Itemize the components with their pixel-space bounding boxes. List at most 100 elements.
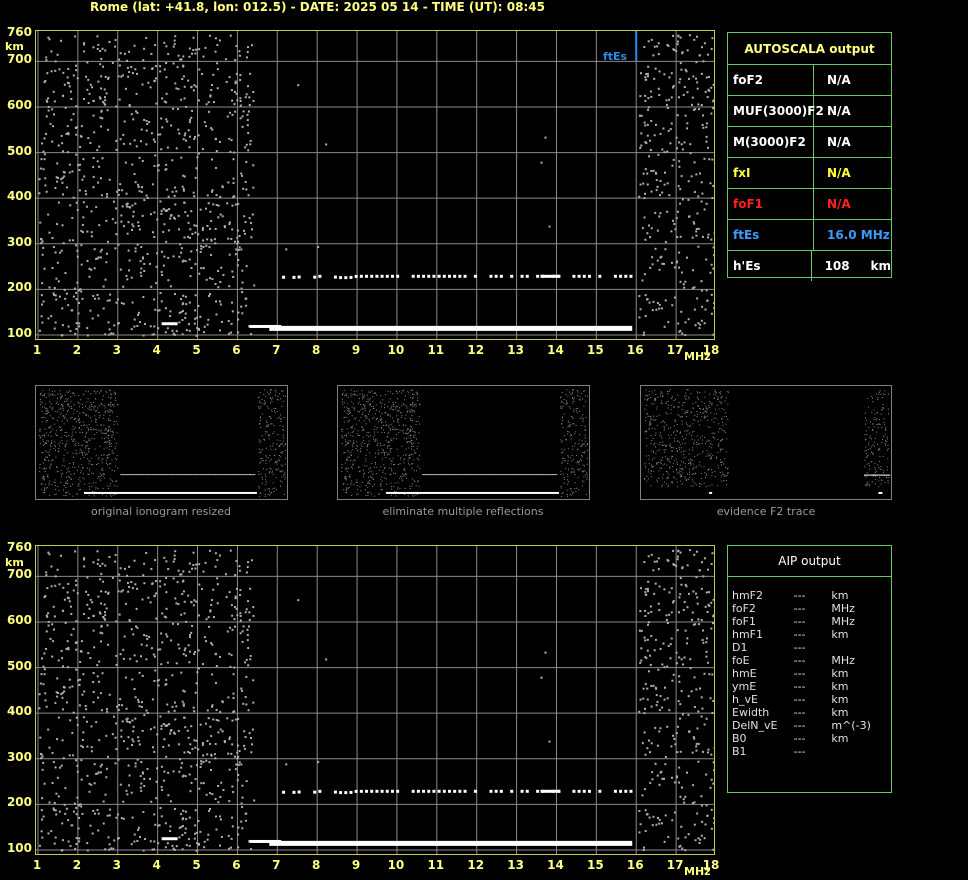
thumb-noise-dot xyxy=(375,418,377,420)
noise-dot xyxy=(93,131,96,134)
noise-dot xyxy=(697,245,700,248)
noise-dot xyxy=(172,62,175,65)
thumb-noise-dot xyxy=(866,419,868,421)
thumb-noise-dot xyxy=(387,447,389,449)
thumb-noise-dot xyxy=(865,446,867,448)
noise-dot xyxy=(662,127,665,130)
thumb-noise-dot xyxy=(95,482,97,484)
thumb-noise-dot xyxy=(581,440,583,442)
noise-dot xyxy=(60,764,63,767)
thumb-noise-dot xyxy=(384,454,386,456)
thumbnail-original xyxy=(35,385,288,500)
noise-dot xyxy=(53,327,56,330)
noise-dot xyxy=(217,731,220,734)
thumb-noise-dot xyxy=(410,426,412,428)
noise-dot xyxy=(643,46,646,49)
noise-dot xyxy=(98,739,101,742)
thumb-noise-dot xyxy=(389,429,391,431)
noise-dot xyxy=(252,679,255,682)
thumb-noise-dot xyxy=(343,416,345,418)
thumb-noise-dot xyxy=(659,434,661,436)
noise-dot xyxy=(56,677,59,680)
thumb-noise-dot xyxy=(570,472,572,474)
noise-dot xyxy=(52,628,55,631)
thumb-noise-dot xyxy=(400,412,402,414)
multiple-reflection-dot xyxy=(354,274,358,278)
thumb-noise-dot xyxy=(706,411,708,413)
thumb-noise-dot xyxy=(683,461,685,463)
thumb-noise-dot xyxy=(89,470,91,472)
thumb-noise-dot xyxy=(418,480,420,482)
noise-dot xyxy=(106,240,109,243)
thumb-noise-dot xyxy=(348,475,350,477)
noise-dot xyxy=(230,604,233,607)
noise-dot xyxy=(710,238,713,241)
noise-dot xyxy=(702,114,705,117)
thumb-noise-dot xyxy=(260,452,262,454)
thumb-noise-dot xyxy=(684,478,686,480)
noise-dot xyxy=(131,228,134,231)
thumb-noise-dot xyxy=(91,472,93,474)
thumb-noise-dot xyxy=(50,460,52,462)
noise-dot xyxy=(44,647,47,650)
noise-dot xyxy=(208,246,211,249)
thumb-noise-dot xyxy=(359,470,361,472)
caption-eliminate: eliminate multiple reflections xyxy=(382,505,544,518)
noise-dot xyxy=(711,37,714,40)
noise-dot xyxy=(245,188,248,191)
thumb-noise-dot xyxy=(58,416,60,418)
thumb-noise-dot xyxy=(656,481,658,483)
noise-dot xyxy=(192,564,195,567)
noise-dot xyxy=(237,826,240,829)
thumb-noise-dot xyxy=(661,437,663,439)
noise-dot xyxy=(61,142,64,145)
noise-dot xyxy=(215,815,218,818)
thumb-noise-dot xyxy=(50,403,52,405)
thumb-noise-dot xyxy=(657,461,659,463)
thumb-noise-dot xyxy=(282,440,284,442)
noise-dot xyxy=(99,63,102,66)
thumb-noise-dot xyxy=(410,441,412,443)
thumb-second-trace xyxy=(238,474,241,476)
noise-dot xyxy=(54,251,57,254)
thumb-noise-dot xyxy=(115,442,117,444)
thumb-noise-dot xyxy=(90,401,92,403)
thumb-noise-dot xyxy=(384,466,386,468)
thumb-noise-dot xyxy=(694,419,696,421)
noise-dot xyxy=(184,312,187,315)
noise-dot xyxy=(133,139,136,142)
noise-dot xyxy=(122,142,125,145)
thumb-noise-dot xyxy=(115,420,117,422)
noise-dot xyxy=(652,54,655,57)
noise-dot xyxy=(178,132,181,135)
thumb-noise-dot xyxy=(566,403,568,405)
thumb-noise-dot xyxy=(727,418,729,420)
thumb-noise-dot xyxy=(260,405,262,407)
thumb-noise-dot xyxy=(395,407,397,409)
thumb-noise-dot xyxy=(39,435,41,437)
thumb-noise-dot xyxy=(410,439,412,441)
thumb-noise-dot xyxy=(573,445,575,447)
thumb-noise-dot xyxy=(582,414,584,416)
thumb-noise-dot xyxy=(86,431,88,433)
noise-dot xyxy=(214,552,217,555)
multiple-reflection-dot xyxy=(411,274,415,278)
noise-dot xyxy=(74,847,77,850)
noise-dot xyxy=(648,224,651,227)
thumb-noise-dot xyxy=(365,460,367,462)
thumb-noise-dot xyxy=(661,485,663,487)
thumb-noise-dot xyxy=(574,442,576,444)
ftes-marker-line xyxy=(635,31,638,61)
noise-dot xyxy=(247,709,250,712)
thumb-noise-dot xyxy=(259,422,261,424)
thumb-noise-dot xyxy=(261,459,263,461)
thumb-noise-dot xyxy=(872,401,874,403)
noise-dot xyxy=(154,823,157,826)
thumb-noise-dot xyxy=(651,440,653,442)
thumb-noise-dot xyxy=(349,412,351,414)
thumb-second-trace xyxy=(179,474,182,476)
thumb-noise-dot xyxy=(389,445,391,447)
thumbnail-eliminate xyxy=(337,385,590,500)
noise-dot xyxy=(56,261,59,264)
thumb-noise-dot xyxy=(726,474,728,476)
